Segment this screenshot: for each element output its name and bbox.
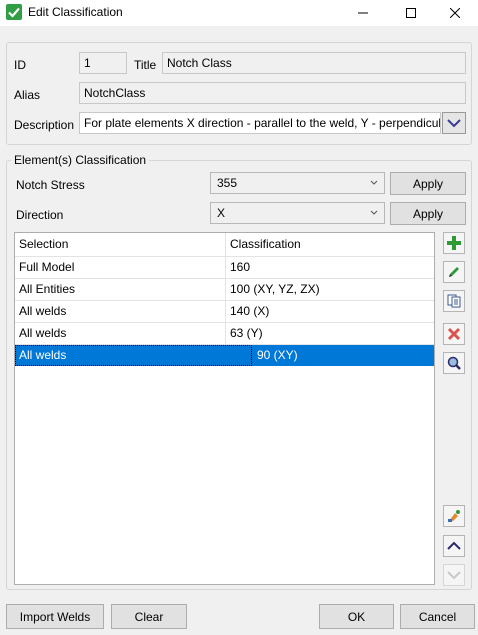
table-row-selected[interactable]: All welds 90 (XY) <box>15 345 434 366</box>
apply-direction-button[interactable]: Apply <box>390 202 466 225</box>
ok-button[interactable]: OK <box>319 604 394 629</box>
notch-stress-combo[interactable]: 355 <box>210 172 385 194</box>
row-selection-cell: All welds <box>19 304 67 318</box>
apply-notch-stress-button[interactable]: Apply <box>390 172 466 195</box>
minimize-button[interactable] <box>340 0 386 26</box>
row-classification-cell: 90 (XY) <box>257 348 298 362</box>
close-icon <box>450 8 460 18</box>
edit-icon <box>449 267 459 277</box>
checkmark-app-icon <box>6 4 22 20</box>
add-icon <box>447 236 461 250</box>
chevron-down-icon <box>447 571 461 580</box>
maximize-button[interactable] <box>388 0 434 26</box>
delete-row-button[interactable] <box>443 323 465 345</box>
row-selection-cell: All welds <box>19 326 67 340</box>
alias-label: Alias <box>14 88 41 102</box>
description-field[interactable]: For plate elements X direction - paralle… <box>79 112 441 134</box>
classification-table[interactable]: Selection Classification Full Model 160 … <box>14 232 435 585</box>
paint-button[interactable] <box>443 505 465 527</box>
import-welds-button[interactable]: Import Welds <box>6 604 104 629</box>
row-classification-cell: 63 (Y) <box>230 326 263 340</box>
description-dropdown-button[interactable] <box>442 112 466 134</box>
move-down-button[interactable] <box>443 564 465 586</box>
row-selection-cell: Full Model <box>19 260 75 274</box>
delete-icon <box>447 327 461 341</box>
clear-button[interactable]: Clear <box>111 604 187 629</box>
classification-group-title: Element(s) Classification <box>11 153 150 167</box>
id-label: ID <box>14 58 26 72</box>
row-selection-cell: All welds <box>19 348 67 362</box>
window-title: Edit Classification <box>28 5 123 19</box>
minimize-icon <box>358 12 368 14</box>
row-classification-cell: 140 (X) <box>230 304 270 318</box>
column-header-selection[interactable]: Selection <box>15 234 225 255</box>
description-label: Description <box>14 118 75 132</box>
row-classification-cell: 160 <box>230 260 251 274</box>
row-classification-cell: 100 (XY, YZ, ZX) <box>230 282 320 296</box>
alias-field[interactable]: NotchClass <box>79 82 466 104</box>
paint-icon <box>448 510 460 522</box>
zoom-icon <box>447 356 461 370</box>
direction-combo[interactable]: X <box>210 202 385 224</box>
chevron-down-icon <box>447 119 461 128</box>
close-button[interactable] <box>432 0 478 26</box>
title-field[interactable]: Notch Class <box>162 52 466 74</box>
edit-row-button[interactable] <box>443 261 465 283</box>
copy-row-button[interactable] <box>443 290 465 312</box>
chevron-up-icon <box>447 541 461 550</box>
notch-stress-value: 355 <box>217 176 238 190</box>
row-selection-cell: All Entities <box>19 282 76 296</box>
direction-value: X <box>217 206 226 220</box>
notch-stress-label: Notch Stress <box>16 178 85 192</box>
chevron-down-icon <box>370 180 378 185</box>
chevron-down-icon <box>370 210 378 215</box>
id-field[interactable]: 1 <box>79 52 127 74</box>
maximize-icon <box>406 8 416 18</box>
move-up-button[interactable] <box>443 535 465 557</box>
column-header-classification[interactable]: Classification <box>226 234 434 255</box>
title-label: Title <box>134 58 157 72</box>
copy-icon <box>447 294 461 308</box>
cancel-button[interactable]: Cancel <box>400 604 475 629</box>
add-row-button[interactable] <box>443 232 465 254</box>
direction-label: Direction <box>16 208 64 222</box>
zoom-to-selection-button[interactable] <box>443 352 465 374</box>
